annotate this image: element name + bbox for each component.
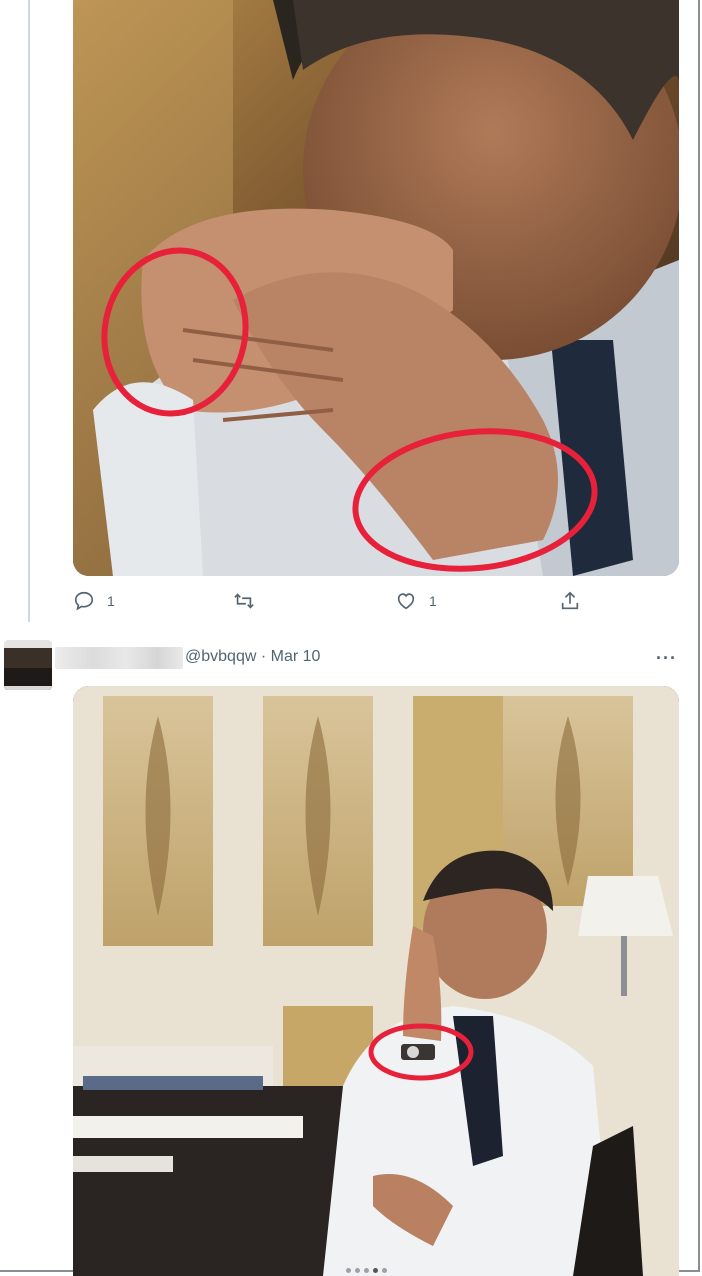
reply-icon bbox=[74, 591, 94, 611]
retweet-icon bbox=[234, 593, 254, 609]
more-options-icon[interactable]: ··· bbox=[656, 648, 677, 669]
thread-line bbox=[28, 0, 30, 622]
reply-count: 1 bbox=[107, 593, 115, 609]
share-button[interactable] bbox=[559, 590, 581, 612]
tweet-photo-hands-closeup[interactable] bbox=[73, 0, 679, 576]
display-name-redacted bbox=[55, 647, 183, 669]
carousel-dot-active[interactable] bbox=[373, 1268, 378, 1273]
share-icon bbox=[561, 591, 579, 610]
avatar[interactable] bbox=[4, 640, 52, 690]
carousel-dot[interactable] bbox=[364, 1268, 369, 1273]
retweet-button[interactable] bbox=[233, 590, 255, 612]
tweet-photo-office[interactable] bbox=[73, 686, 679, 1276]
meta-separator: · bbox=[260, 648, 267, 665]
carousel-dot[interactable] bbox=[382, 1268, 387, 1273]
tweet-date[interactable]: Mar 10 bbox=[271, 648, 321, 665]
carousel-indicator bbox=[346, 1268, 387, 1273]
carousel-dot[interactable] bbox=[346, 1268, 351, 1273]
like-count: 1 bbox=[429, 593, 437, 609]
carousel-dot[interactable] bbox=[355, 1268, 360, 1273]
tweet-header: @bvbqqw · Mar 10 ··· bbox=[0, 636, 700, 690]
user-handle[interactable]: @bvbqqw bbox=[185, 648, 256, 665]
like-icon bbox=[397, 593, 415, 610]
avatar-image bbox=[4, 640, 52, 690]
photo-office bbox=[73, 686, 679, 1276]
tweet-action-bar: 1 1 bbox=[73, 590, 613, 620]
tweet-meta[interactable]: @bvbqqw · Mar 10 bbox=[185, 648, 320, 666]
like-button[interactable]: 1 bbox=[395, 590, 437, 612]
photo-hands-closeup bbox=[73, 0, 679, 576]
reply-button[interactable]: 1 bbox=[73, 590, 115, 612]
